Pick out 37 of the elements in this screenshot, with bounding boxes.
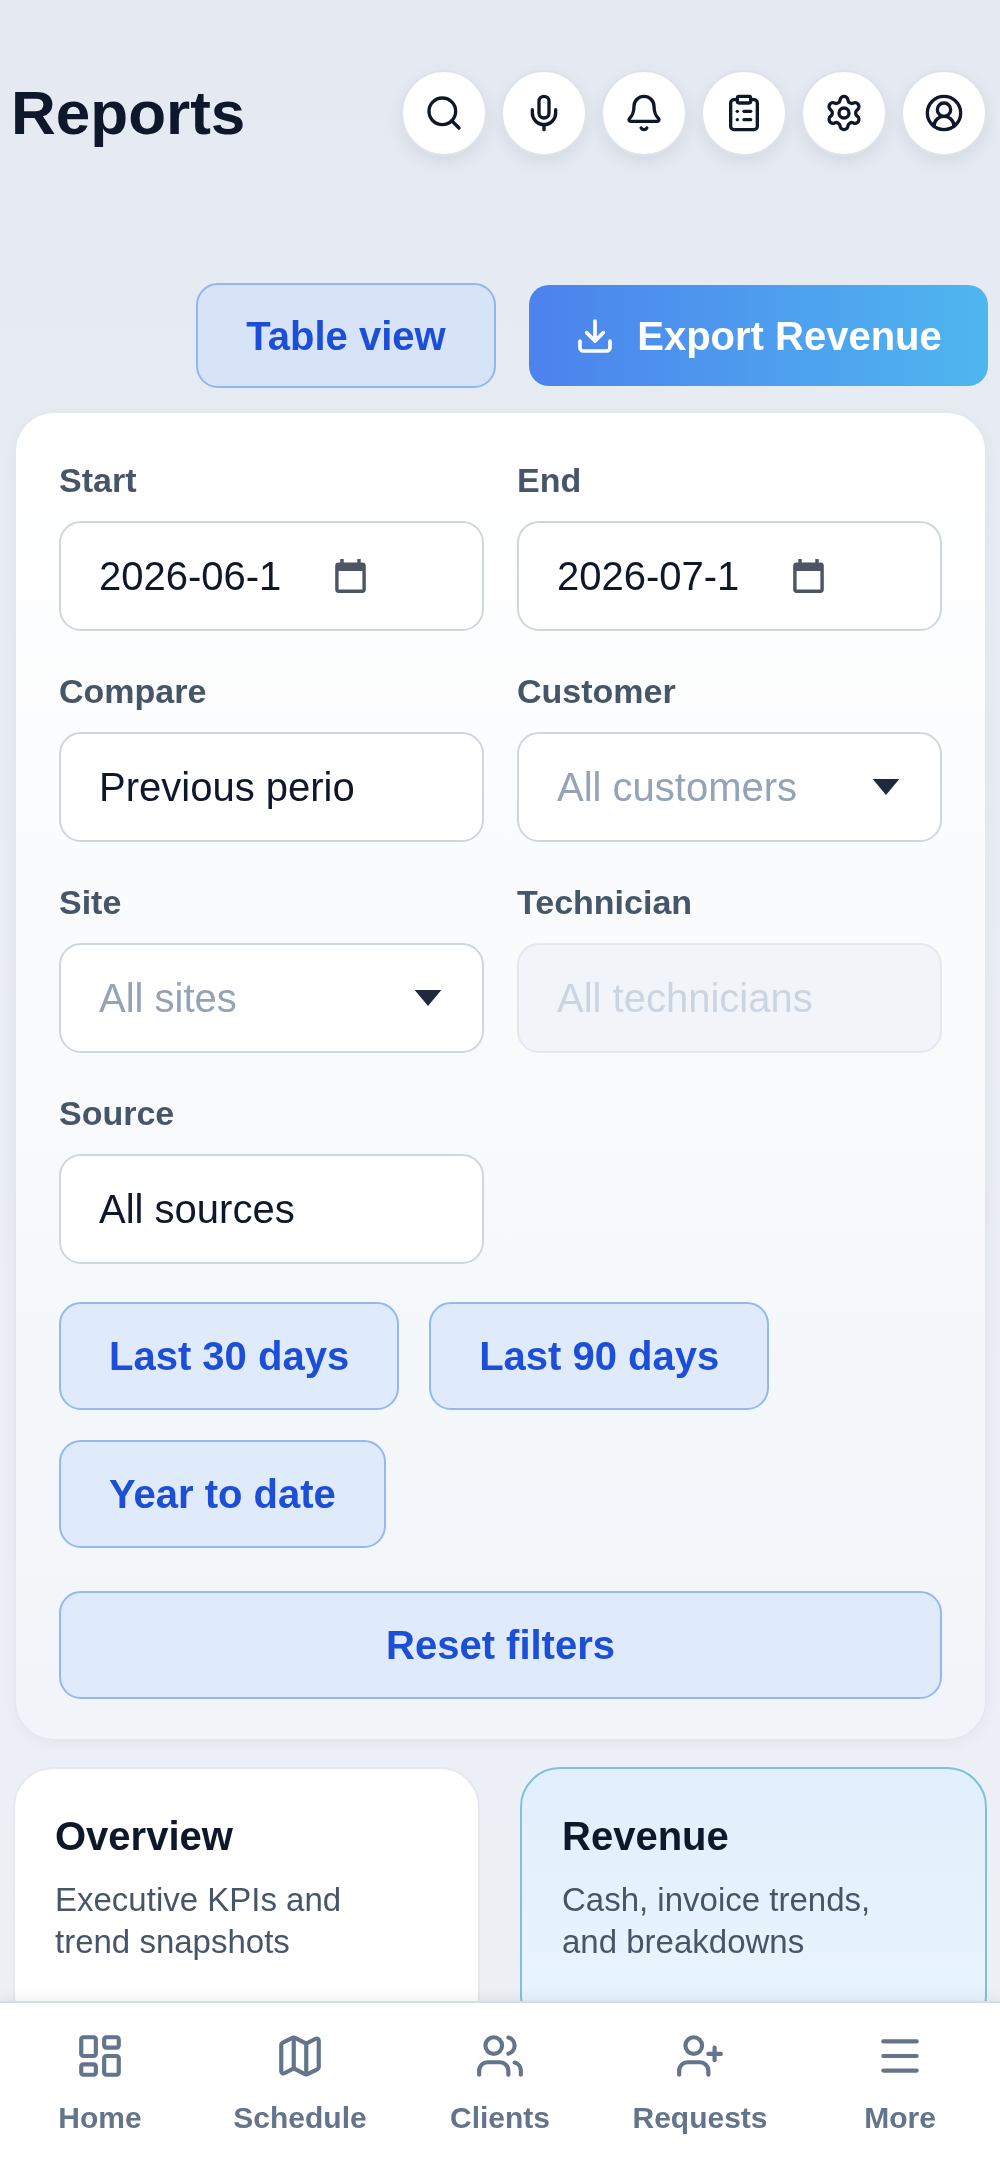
nav-item[interactable]: Home: [58, 2031, 142, 2137]
preset-chip[interactable]: Last 90 days: [429, 1302, 770, 1410]
field-label: Customer: [517, 671, 677, 711]
caret-icon: [414, 990, 442, 1006]
field-label: Site: [59, 882, 123, 922]
text-field[interactable]: All sources: [59, 1154, 484, 1264]
caret-icon: [872, 779, 900, 795]
field-label: Start: [59, 460, 138, 500]
nav-item[interactable]: Requests: [632, 2031, 768, 2137]
nav-item[interactable]: Schedule: [233, 2031, 367, 2137]
calendar-icon[interactable]: [335, 559, 366, 593]
user-circle-icon: [924, 93, 964, 133]
page-title: Reports: [11, 77, 246, 149]
report-card[interactable]: Overview Executive KPIs and trend snapshots: [13, 1767, 480, 2001]
settings-icon: [824, 93, 864, 133]
card-title: Overview: [55, 1813, 234, 1860]
preset-chip[interactable]: Last 30 days: [59, 1302, 400, 1410]
report-card[interactable]: Revenue Cash, invoice trends, and breakdowns: [520, 1767, 987, 2001]
bell-icon: [624, 93, 664, 133]
card-title: Revenue: [562, 1813, 730, 1860]
date-field[interactable]: 2026-07-1: [517, 521, 942, 631]
field-label: Source: [59, 1093, 176, 1133]
card-description: Executive KPIs and trend snapshots: [55, 1880, 343, 1962]
preset-chip[interactable]: Year to date: [59, 1440, 386, 1548]
field-label: Compare: [59, 671, 208, 711]
nav-item[interactable]: More: [864, 2031, 936, 2137]
field-label: End: [517, 460, 583, 500]
date-field[interactable]: 2026-06-1: [59, 521, 484, 631]
export-button[interactable]: Export Revenue: [529, 285, 988, 386]
text-field[interactable]: Previous perio: [59, 732, 484, 842]
nav-item[interactable]: Clients: [450, 2031, 550, 2137]
reset-button[interactable]: Reset filters: [59, 1591, 942, 1699]
calendar-icon[interactable]: [793, 559, 824, 593]
table-view-button[interactable]: Table view: [196, 283, 496, 388]
field-label: Technician: [517, 882, 694, 922]
card-description: Cash, invoice trends, and breakdowns: [562, 1880, 872, 1962]
search-icon: [424, 93, 464, 133]
